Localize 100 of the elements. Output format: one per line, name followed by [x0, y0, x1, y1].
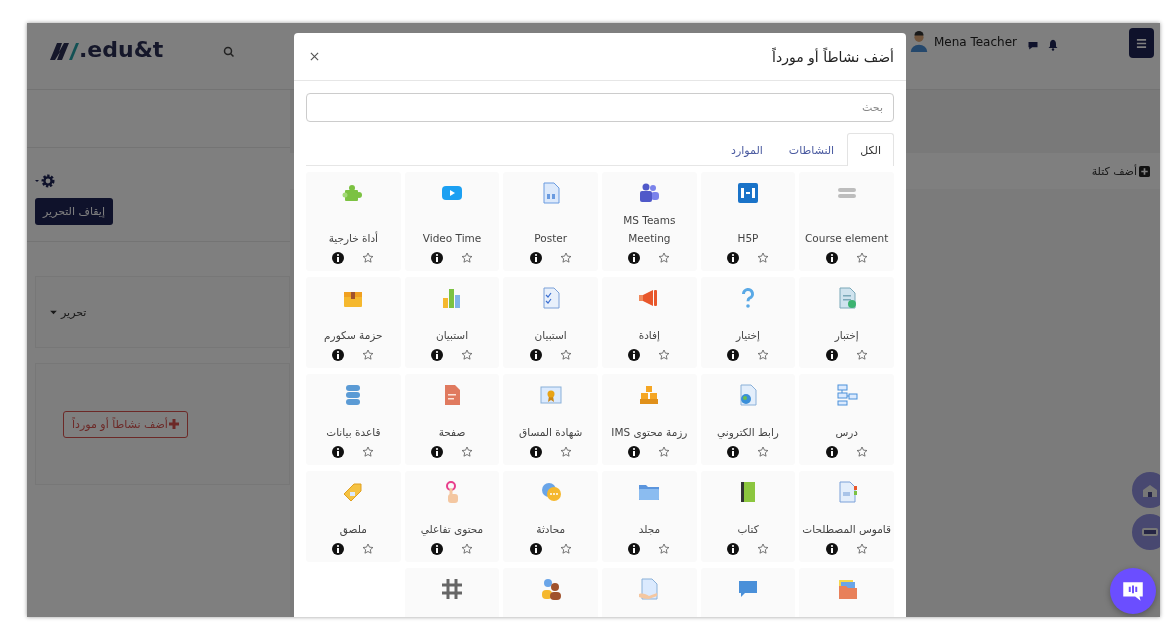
info-icon[interactable]: [628, 543, 641, 555]
activity-card[interactable]: درس: [799, 374, 894, 465]
activity-card[interactable]: Video Time: [404, 172, 500, 271]
star-icon[interactable]: [559, 446, 572, 458]
star-icon[interactable]: [559, 349, 572, 361]
star-icon[interactable]: [461, 543, 473, 555]
activity-label: ملصق: [339, 522, 367, 538]
activity-card[interactable]: H5P: [700, 172, 796, 271]
user-name[interactable]: Mena Teacher: [933, 35, 1017, 49]
activity-card[interactable]: MS Teams Meeting: [602, 172, 697, 271]
activity-label: رزمة محتوى IMS: [611, 425, 688, 441]
star-icon[interactable]: [461, 446, 473, 458]
star-icon[interactable]: [757, 543, 769, 555]
info-icon[interactable]: [727, 252, 739, 264]
star-icon[interactable]: [461, 349, 473, 361]
star-icon[interactable]: [362, 543, 375, 555]
info-icon[interactable]: [431, 543, 443, 555]
activity-card[interactable]: حزمة سكورم: [306, 277, 401, 368]
star-icon[interactable]: [855, 543, 868, 555]
info-icon[interactable]: [529, 349, 542, 361]
activity-label: استبيان: [534, 328, 567, 343]
info-icon[interactable]: [628, 446, 641, 458]
info-icon[interactable]: [529, 543, 542, 555]
star-icon[interactable]: [461, 252, 473, 264]
star-icon[interactable]: [362, 446, 375, 458]
activity-card[interactable]: قاموس المصطلحات: [799, 471, 894, 562]
star-icon[interactable]: [559, 252, 572, 264]
menu-button[interactable]: [1129, 28, 1154, 58]
settings-icon[interactable]: [35, 174, 55, 188]
info-icon[interactable]: [825, 543, 838, 555]
star-icon[interactable]: [658, 349, 671, 361]
activity-card[interactable]: إختبار: [799, 277, 894, 368]
info-icon[interactable]: [825, 349, 838, 361]
chat-icon[interactable]: [1027, 39, 1039, 51]
info-icon[interactable]: [431, 446, 443, 458]
star-icon[interactable]: [362, 349, 375, 361]
info-icon[interactable]: [628, 349, 641, 361]
star-icon[interactable]: [757, 446, 769, 458]
activity-card[interactable]: استبيان: [503, 277, 598, 368]
activity-card[interactable]: Course element: [799, 172, 894, 271]
info-icon[interactable]: [727, 446, 739, 458]
info-icon[interactable]: [431, 349, 443, 361]
activity-card[interactable]: أداة خارجية: [306, 172, 401, 271]
edit-menu[interactable]: تحرير: [50, 305, 87, 319]
activity-label: قاموس المصطلحات: [802, 522, 891, 538]
star-icon[interactable]: [559, 543, 572, 555]
search-icon[interactable]: [223, 46, 236, 58]
info-icon[interactable]: [825, 252, 838, 264]
activity-card[interactable]: رزمة محتوى IMS: [602, 374, 697, 465]
star-icon[interactable]: [855, 446, 868, 458]
info-icon[interactable]: [332, 446, 345, 458]
star-icon[interactable]: [855, 349, 868, 361]
activity-label: Video Time: [422, 231, 482, 246]
activity-card[interactable]: Poster: [503, 172, 598, 271]
info-icon[interactable]: [332, 543, 345, 555]
info-icon[interactable]: [727, 349, 739, 361]
activity-card[interactable]: مجلد: [602, 471, 697, 562]
activity-card[interactable]: إفادة: [602, 277, 697, 368]
info-icon[interactable]: [825, 446, 838, 458]
star-icon[interactable]: [855, 252, 868, 264]
activity-label: محتوى تفاعلي: [420, 522, 484, 538]
activity-card[interactable]: ملصق: [306, 471, 401, 562]
activity-card[interactable]: محادثة: [503, 471, 598, 562]
star-icon[interactable]: [757, 349, 769, 361]
search-field[interactable]: بحث: [306, 93, 894, 122]
star-icon[interactable]: [362, 252, 375, 264]
activity-label: رابط الكتروني: [717, 425, 779, 441]
info-icon[interactable]: [332, 252, 345, 264]
activity-card[interactable]: محتوى تفاعلي: [404, 471, 500, 562]
plus-square-icon: [1139, 165, 1150, 177]
info-icon[interactable]: [332, 349, 345, 361]
activity-label: Poster: [534, 231, 568, 246]
tab[interactable]: النشاطات: [775, 133, 848, 166]
activity-card[interactable]: إختيار: [700, 277, 796, 368]
activity-label: حزمة سكورم: [324, 328, 383, 344]
logo[interactable]: .edu&t: [49, 39, 164, 61]
close-icon: [310, 52, 319, 61]
info-icon[interactable]: [628, 252, 641, 264]
tab[interactable]: الموارد: [718, 133, 776, 166]
info-icon[interactable]: [431, 252, 443, 264]
activity-card[interactable]: كتاب: [700, 471, 796, 562]
activity-label: Course element: [805, 231, 889, 246]
activity-card[interactable]: رابط الكتروني: [700, 374, 796, 465]
activity-card[interactable]: صفحة: [404, 374, 500, 465]
star-icon[interactable]: [658, 446, 671, 458]
bell-icon[interactable]: [1047, 39, 1059, 51]
info-icon[interactable]: [727, 543, 739, 555]
star-icon[interactable]: [658, 252, 671, 264]
star-icon[interactable]: [757, 252, 769, 264]
tab[interactable]: الكل: [847, 133, 894, 166]
info-icon[interactable]: [529, 446, 542, 458]
activity-card[interactable]: استبيان: [404, 277, 500, 368]
certificate-icon: [538, 383, 563, 407]
add-block-link[interactable]: أضف كتلة: [1091, 164, 1150, 178]
stop-editing-button[interactable]: إيقاف التحرير: [35, 198, 113, 225]
info-icon[interactable]: [529, 252, 542, 264]
star-icon[interactable]: [658, 543, 671, 555]
ticket-button[interactable]: [1132, 514, 1160, 550]
activity-card[interactable]: قاعدة بيانات: [306, 374, 401, 465]
activity-card[interactable]: شهادة المساق: [503, 374, 598, 465]
